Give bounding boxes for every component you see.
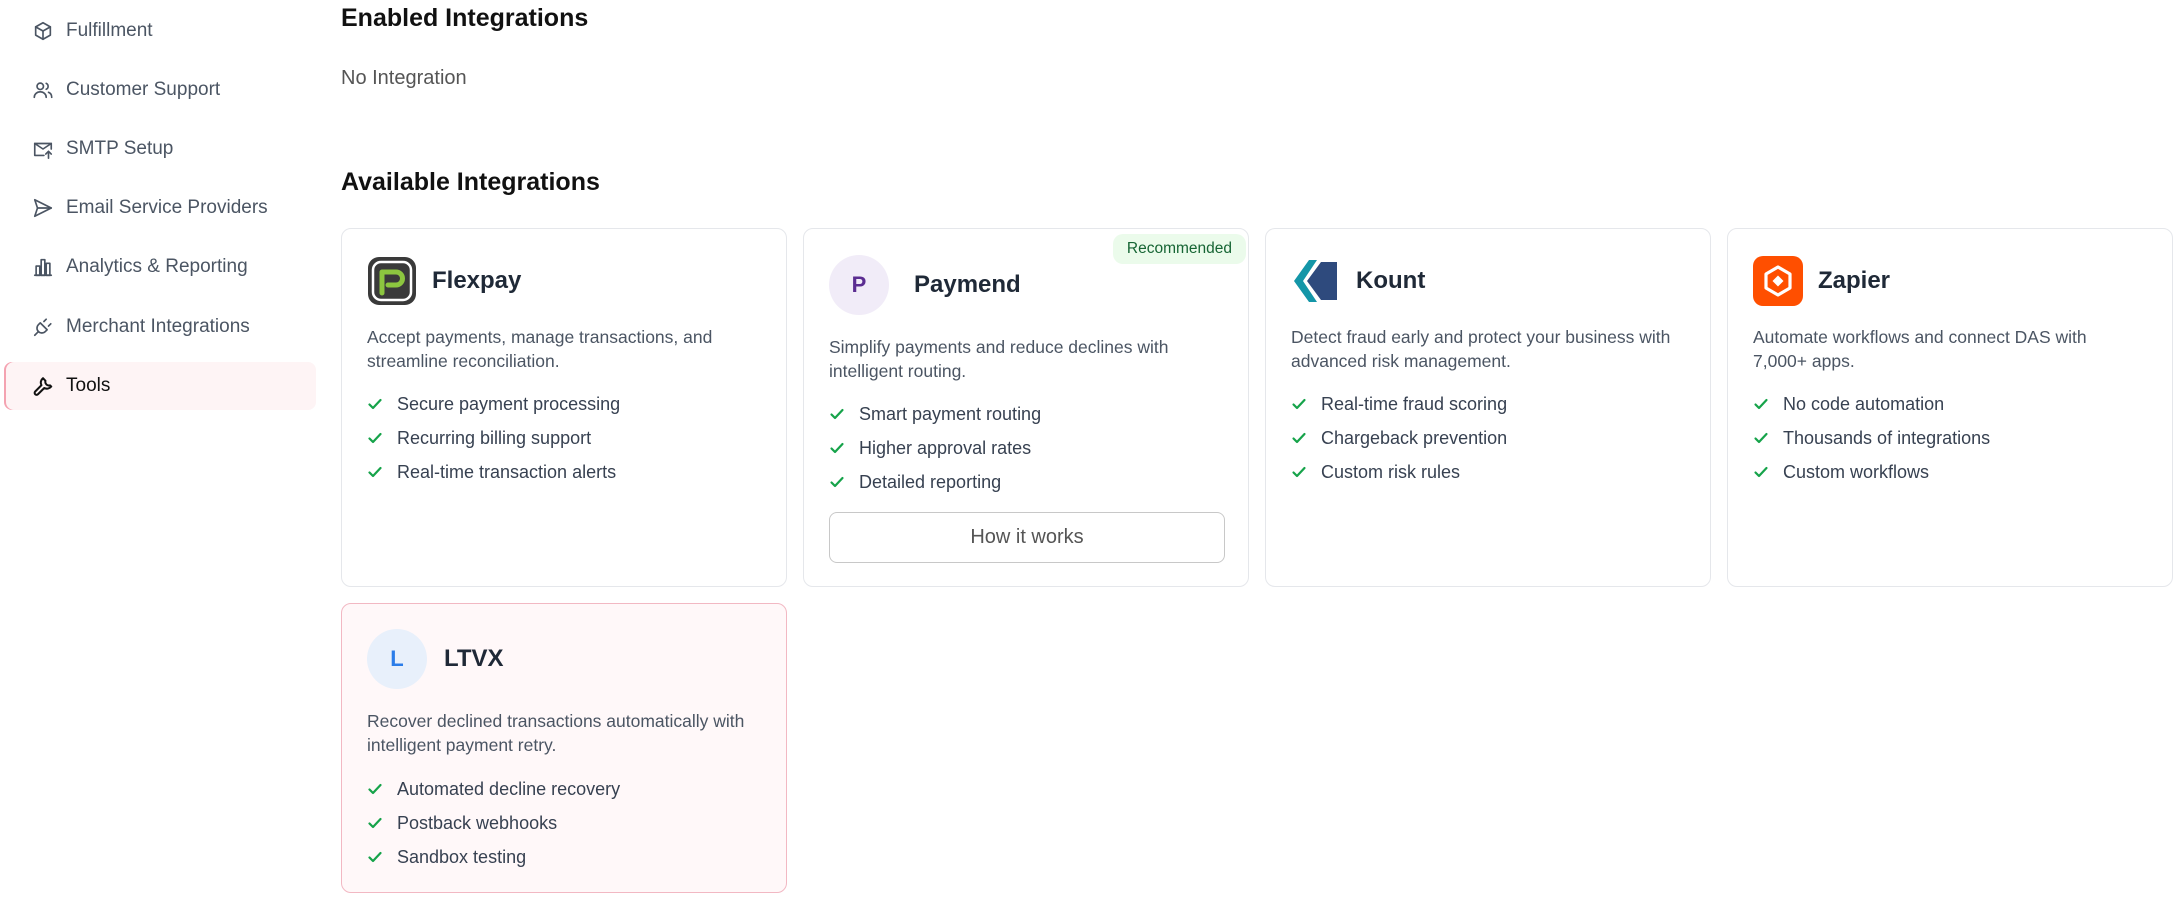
- check-icon: [1753, 396, 1769, 412]
- feature-label: Secure payment processing: [397, 393, 621, 414]
- check-icon: [829, 474, 845, 490]
- feature-label: Automated decline recovery: [397, 778, 621, 799]
- sidebar: Fulfillment Customer Support SMTP Setup …: [0, 0, 320, 902]
- list-item: Custom workflows: [1753, 455, 1990, 489]
- check-icon: [1753, 464, 1769, 480]
- feature-label: Recurring billing support: [397, 427, 592, 448]
- check-icon: [829, 406, 845, 422]
- paymend-logo-icon: P: [829, 255, 889, 315]
- package-icon: [30, 18, 56, 44]
- sidebar-item-analytics-reporting[interactable]: Analytics & Reporting: [4, 243, 316, 291]
- sidebar-item-smtp-setup[interactable]: SMTP Setup: [4, 125, 316, 173]
- card-description: Accept payments, manage transactions, an…: [367, 327, 713, 371]
- feature-label: Sandbox testing: [397, 846, 527, 867]
- sidebar-item-tools[interactable]: Tools: [4, 362, 316, 410]
- list-item: Sandbox testing: [367, 840, 620, 874]
- wrench-icon: [30, 373, 56, 399]
- feature-label: Real-time fraud scoring: [1321, 393, 1508, 414]
- zapier-logo-icon: [1753, 256, 1803, 306]
- card-title: Kount: [1356, 267, 1426, 294]
- feature-list: Real-time fraud scoring Chargeback preve…: [1291, 387, 1507, 489]
- check-icon: [367, 815, 383, 831]
- feature-label: Custom workflows: [1783, 461, 1930, 482]
- kount-logo-icon: [1291, 256, 1341, 306]
- plug-icon: [30, 314, 56, 340]
- check-icon: [829, 440, 845, 456]
- check-icon: [1753, 430, 1769, 446]
- integration-card-kount[interactable]: Kount Detect fraud early and protect you…: [1265, 228, 1711, 587]
- list-item: Real-time fraud scoring: [1291, 387, 1507, 421]
- feature-list: No code automation Thousands of integrat…: [1753, 387, 1990, 489]
- sidebar-item-email-service-providers[interactable]: Email Service Providers: [4, 184, 316, 232]
- sidebar-item-label: SMTP Setup: [66, 138, 174, 159]
- sidebar-item-merchant-integrations[interactable]: Merchant Integrations: [4, 303, 316, 351]
- check-icon: [367, 781, 383, 797]
- integration-card-zapier[interactable]: Zapier Automate workflows and connect DA…: [1727, 228, 2173, 587]
- sidebar-item-label: Email Service Providers: [66, 197, 268, 218]
- bar-chart-icon: [30, 254, 56, 280]
- list-item: Chargeback prevention: [1291, 421, 1507, 455]
- sidebar-item-customer-support[interactable]: Customer Support: [4, 66, 316, 114]
- card-title: Flexpay: [432, 267, 522, 294]
- send-icon: [30, 195, 56, 221]
- card-description: Recover declined transactions automatica…: [367, 711, 745, 755]
- list-item: Automated decline recovery: [367, 772, 620, 806]
- available-integrations-title: Available Integrations: [341, 168, 600, 196]
- logo-letter: P: [851, 272, 867, 297]
- sidebar-item-label: Fulfillment: [66, 20, 153, 41]
- integration-card-paymend[interactable]: Recommended P Paymend Simplify payments …: [803, 228, 1249, 587]
- logo-letter: L: [390, 646, 404, 671]
- list-item: Custom risk rules: [1291, 455, 1507, 489]
- check-icon: [367, 430, 383, 446]
- feature-label: No code automation: [1783, 393, 1945, 414]
- integration-card-flexpay[interactable]: Flexpay Accept payments, manage transact…: [341, 228, 787, 587]
- list-item: Higher approval rates: [829, 431, 1041, 465]
- list-item: Real-time transaction alerts: [367, 455, 620, 489]
- feature-list: Smart payment routing Higher approval ra…: [829, 397, 1041, 499]
- enabled-integrations-title: Enabled Integrations: [341, 4, 589, 32]
- list-item: Postback webhooks: [367, 806, 620, 840]
- check-icon: [367, 849, 383, 865]
- list-item: No code automation: [1753, 387, 1990, 421]
- list-item: Recurring billing support: [367, 421, 620, 455]
- feature-label: Real-time transaction alerts: [397, 461, 617, 482]
- sidebar-item-label: Customer Support: [66, 79, 221, 100]
- check-icon: [367, 396, 383, 412]
- check-icon: [1291, 430, 1307, 446]
- feature-label: Chargeback prevention: [1321, 427, 1508, 448]
- feature-label: Higher approval rates: [859, 437, 1032, 458]
- list-item: Detailed reporting: [829, 465, 1041, 499]
- feature-label: Custom risk rules: [1321, 461, 1461, 482]
- mail-upload-icon: [30, 136, 56, 162]
- feature-label: Detailed reporting: [859, 471, 1002, 492]
- sidebar-item-fulfillment[interactable]: Fulfillment: [4, 7, 316, 55]
- list-item: Smart payment routing: [829, 397, 1041, 431]
- card-description: Automate workflows and connect DAS with …: [1753, 327, 2087, 371]
- card-title: Paymend: [914, 271, 1021, 298]
- card-description: Detect fraud early and protect your busi…: [1291, 327, 1671, 371]
- list-item: Secure payment processing: [367, 387, 620, 421]
- sidebar-item-label: Analytics & Reporting: [66, 256, 248, 277]
- check-icon: [1291, 464, 1307, 480]
- feature-list: Automated decline recovery Postback webh…: [367, 772, 620, 874]
- card-title: Zapier: [1818, 267, 1891, 294]
- feature-list: Secure payment processing Recurring bill…: [367, 387, 620, 489]
- users-icon: [30, 77, 56, 103]
- check-icon: [367, 464, 383, 480]
- feature-label: Postback webhooks: [397, 812, 558, 833]
- check-icon: [1291, 396, 1307, 412]
- list-item: Thousands of integrations: [1753, 421, 1990, 455]
- how-it-works-button[interactable]: How it works: [829, 512, 1225, 563]
- card-description: Simplify payments and reduce declines wi…: [829, 337, 1169, 381]
- ltvx-logo-icon: L: [367, 629, 427, 689]
- sidebar-item-label: Merchant Integrations: [66, 316, 250, 337]
- recommended-badge: Recommended: [1112, 234, 1246, 264]
- feature-label: Smart payment routing: [859, 403, 1042, 424]
- feature-label: Thousands of integrations: [1783, 427, 1991, 448]
- card-title: LTVX: [444, 645, 504, 672]
- flexpay-logo-icon: [367, 256, 417, 306]
- integration-card-ltvx[interactable]: L LTVX Recover declined transactions aut…: [341, 603, 787, 893]
- sidebar-item-label: Tools: [66, 375, 111, 396]
- enabled-integrations-empty: No Integration: [341, 67, 467, 89]
